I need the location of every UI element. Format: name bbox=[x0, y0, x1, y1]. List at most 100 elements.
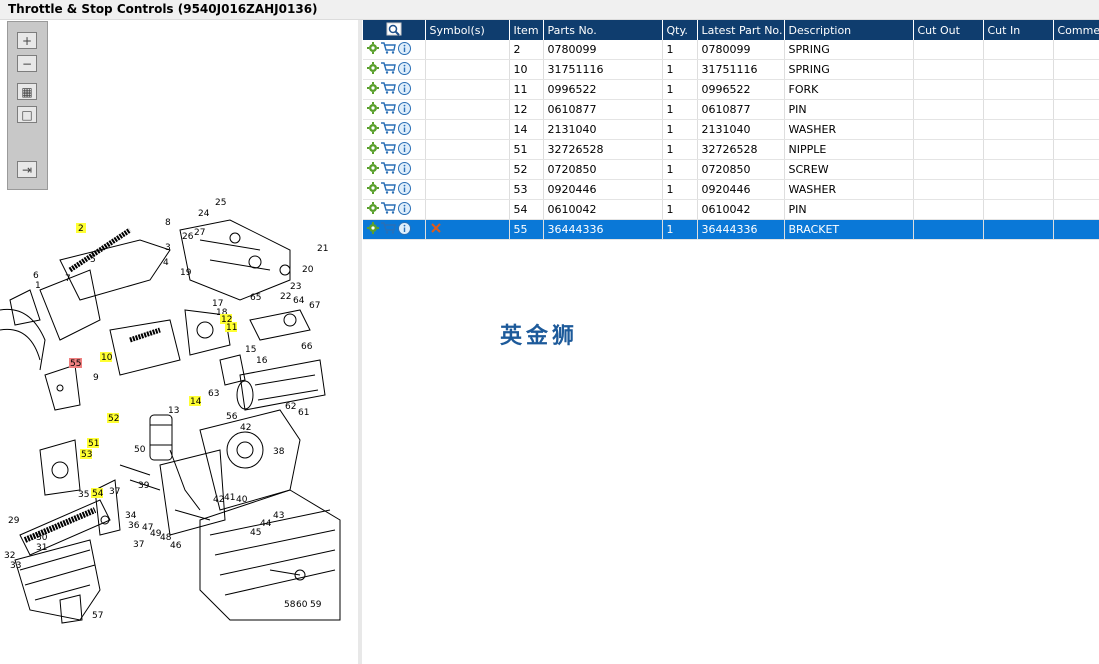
column-header-comment[interactable]: Comment bbox=[1053, 20, 1099, 40]
callout-32[interactable]: 32 bbox=[4, 551, 15, 561]
info-icon[interactable] bbox=[398, 221, 411, 238]
callout-63[interactable]: 63 bbox=[208, 389, 219, 399]
callout-34[interactable]: 34 bbox=[125, 511, 137, 521]
table-row[interactable]: 52 0720850 1 0720850 SCREW bbox=[363, 159, 1099, 180]
gear-icon[interactable] bbox=[367, 142, 379, 157]
callout-53[interactable]: 53 bbox=[81, 450, 92, 460]
callout-37[interactable]: 37 bbox=[109, 487, 120, 497]
callout-62[interactable]: 62 bbox=[285, 402, 296, 412]
gear-icon[interactable] bbox=[367, 122, 379, 137]
callout-7[interactable]: 7 bbox=[65, 274, 71, 284]
table-row[interactable]: 2 0780099 1 0780099 SPRING bbox=[363, 40, 1099, 60]
gear-icon[interactable] bbox=[367, 202, 379, 217]
table-row[interactable]: 10 31751116 1 31751116 SPRING bbox=[363, 59, 1099, 80]
gear-icon[interactable] bbox=[367, 42, 379, 57]
parts-diagram[interactable]: 2 8 3 4 5 6 7 1 25 24 27 26 19 21 20 23 … bbox=[0, 190, 355, 640]
callout-39[interactable]: 39 bbox=[138, 481, 150, 491]
callout-4[interactable]: 4 bbox=[163, 258, 169, 268]
info-icon[interactable] bbox=[398, 81, 411, 98]
callout-43[interactable]: 43 bbox=[273, 511, 284, 521]
column-header-cut-in[interactable]: Cut In bbox=[983, 20, 1054, 40]
actual-size-button[interactable]: □ bbox=[17, 106, 37, 123]
cart-icon[interactable] bbox=[381, 62, 396, 77]
info-icon[interactable] bbox=[398, 101, 411, 118]
info-icon[interactable] bbox=[398, 181, 411, 198]
table-row[interactable]: 12 0610877 1 0610877 PIN bbox=[363, 99, 1099, 120]
callout-11[interactable]: 11 bbox=[226, 323, 237, 333]
column-header-cut-out[interactable]: Cut Out bbox=[913, 20, 984, 40]
callout-67[interactable]: 67 bbox=[309, 301, 320, 311]
callout-36[interactable]: 36 bbox=[128, 521, 140, 531]
pane-splitter[interactable] bbox=[358, 20, 362, 664]
gear-icon[interactable] bbox=[367, 62, 379, 77]
callout-41[interactable]: 41 bbox=[224, 493, 235, 503]
callout-38[interactable]: 38 bbox=[273, 447, 285, 457]
callout-26[interactable]: 26 bbox=[182, 232, 194, 242]
callout-66[interactable]: 66 bbox=[301, 342, 313, 352]
callout-56[interactable]: 56 bbox=[226, 412, 238, 422]
table-row[interactable]: 11 0996522 1 0996522 FORK bbox=[363, 79, 1099, 100]
gear-icon[interactable] bbox=[367, 222, 379, 237]
callout-65[interactable]: 65 bbox=[250, 293, 261, 303]
info-icon[interactable] bbox=[398, 161, 411, 178]
callout-13[interactable]: 13 bbox=[168, 406, 179, 416]
callout-55[interactable]: 55 bbox=[70, 359, 81, 369]
callout-35[interactable]: 35 bbox=[78, 490, 89, 500]
callout-19[interactable]: 19 bbox=[180, 268, 192, 278]
callout-27[interactable]: 27 bbox=[194, 228, 205, 238]
callout-58[interactable]: 58 bbox=[284, 600, 296, 610]
callout-40[interactable]: 40 bbox=[236, 495, 248, 505]
callout-52[interactable]: 52 bbox=[108, 414, 119, 424]
fit-page-button[interactable]: ▦ bbox=[17, 83, 37, 100]
callout-24[interactable]: 24 bbox=[198, 209, 210, 219]
callout-31[interactable]: 31 bbox=[36, 543, 47, 553]
callout-14[interactable]: 14 bbox=[190, 397, 202, 407]
zoom-out-button[interactable]: − bbox=[17, 55, 37, 72]
callout-59[interactable]: 59 bbox=[310, 600, 322, 610]
column-header-latest-part-no[interactable]: Latest Part No. bbox=[697, 20, 785, 40]
cart-icon[interactable] bbox=[381, 202, 396, 217]
table-row[interactable]: 55 36444336 1 36444336 BRACKET bbox=[363, 219, 1099, 240]
callout-42b[interactable]: 42 bbox=[213, 495, 224, 505]
callout-15[interactable]: 15 bbox=[245, 345, 256, 355]
callout-37b[interactable]: 37 bbox=[133, 540, 144, 550]
cart-icon[interactable] bbox=[381, 82, 396, 97]
table-row[interactable]: 54 0610042 1 0610042 PIN bbox=[363, 199, 1099, 220]
callout-29[interactable]: 29 bbox=[8, 516, 20, 526]
callout-8[interactable]: 8 bbox=[165, 218, 171, 228]
callout-51[interactable]: 51 bbox=[88, 439, 99, 449]
cart-icon[interactable] bbox=[381, 42, 396, 57]
callout-5[interactable]: 5 bbox=[90, 255, 96, 265]
callout-20[interactable]: 20 bbox=[302, 265, 314, 275]
cart-icon[interactable] bbox=[381, 222, 396, 237]
column-header-actions[interactable] bbox=[363, 20, 426, 40]
info-icon[interactable] bbox=[398, 61, 411, 78]
table-row[interactable]: 53 0920446 1 0920446 WASHER bbox=[363, 179, 1099, 200]
callout-23[interactable]: 23 bbox=[290, 282, 301, 292]
search-parts-icon[interactable] bbox=[386, 22, 402, 36]
info-icon[interactable] bbox=[398, 41, 411, 58]
column-header-item[interactable]: Item bbox=[509, 20, 544, 40]
callout-6[interactable]: 6 bbox=[33, 271, 39, 281]
table-row[interactable]: 14 2131040 1 2131040 WASHER bbox=[363, 119, 1099, 140]
column-header-qty[interactable]: Qty. bbox=[662, 20, 698, 40]
info-icon[interactable] bbox=[398, 201, 411, 218]
callout-1[interactable]: 1 bbox=[35, 281, 41, 291]
callout-64[interactable]: 64 bbox=[293, 296, 305, 306]
callout-45[interactable]: 45 bbox=[250, 528, 261, 538]
callout-22[interactable]: 22 bbox=[280, 292, 291, 302]
table-row[interactable]: 51 32726528 1 32726528 NIPPLE bbox=[363, 139, 1099, 160]
callout-30[interactable]: 30 bbox=[36, 533, 48, 543]
callout-46[interactable]: 46 bbox=[170, 541, 182, 551]
callout-21[interactable]: 21 bbox=[317, 244, 328, 254]
callout-60[interactable]: 60 bbox=[296, 600, 308, 610]
callout-33[interactable]: 33 bbox=[10, 561, 21, 571]
info-icon[interactable] bbox=[398, 121, 411, 138]
column-header-symbols[interactable]: Symbol(s) bbox=[425, 20, 510, 40]
callout-10[interactable]: 10 bbox=[101, 353, 113, 363]
callout-25[interactable]: 25 bbox=[215, 198, 226, 208]
gear-icon[interactable] bbox=[367, 82, 379, 97]
toggle-panel-button[interactable]: ⇥ bbox=[17, 161, 37, 178]
column-header-parts-no[interactable]: Parts No. bbox=[543, 20, 663, 40]
column-header-description[interactable]: Description bbox=[784, 20, 914, 40]
